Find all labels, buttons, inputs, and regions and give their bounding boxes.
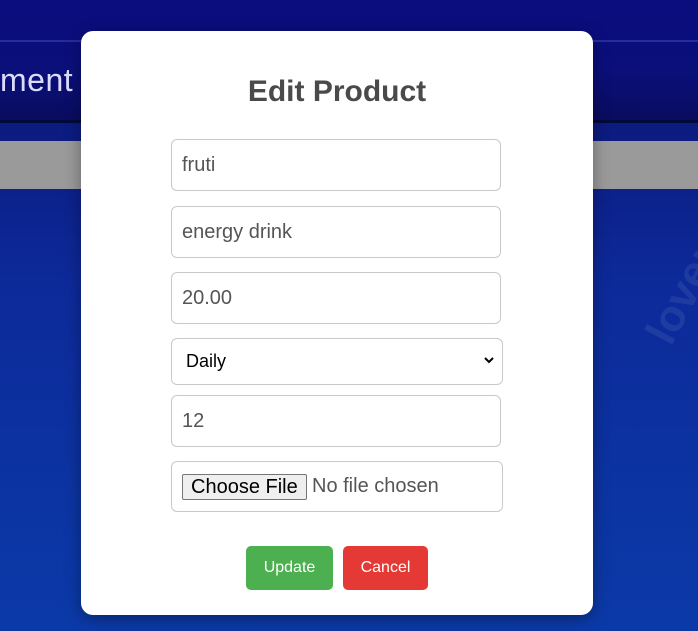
chevron-down-icon xyxy=(484,357,494,364)
choose-file-button[interactable]: Choose File xyxy=(182,474,307,500)
product-price-input[interactable] xyxy=(171,272,501,324)
watermark: lovepik xyxy=(636,195,698,352)
image-file-input: Choose File No file chosen xyxy=(171,461,503,512)
update-button[interactable]: Update xyxy=(246,546,333,590)
page-header-title: ment xyxy=(0,62,74,98)
category-selected-value: Daily xyxy=(186,351,227,371)
product-name-input[interactable] xyxy=(171,139,501,191)
cancel-button[interactable]: Cancel xyxy=(343,546,428,590)
product-quantity-input[interactable] xyxy=(171,395,501,447)
product-description-input[interactable] xyxy=(171,206,501,258)
file-status-text: No file chosen xyxy=(312,475,439,497)
modal-title: Edit Product xyxy=(247,75,427,108)
edit-product-modal: Edit Product Daily Choose File No file c… xyxy=(81,31,593,615)
category-select[interactable]: Daily xyxy=(171,338,503,385)
